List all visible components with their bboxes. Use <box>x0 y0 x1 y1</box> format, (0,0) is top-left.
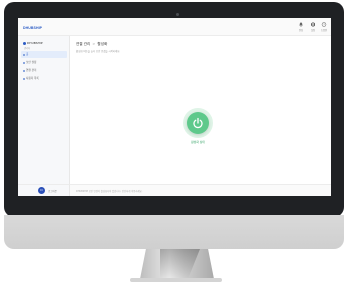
top-bar: DHUBSHIP 알림 설정 ? 도움말 <box>18 18 331 36</box>
breadcrumb: 연결 관리 > 활성화 <box>76 42 107 47</box>
profile-name: DHUBSHIP <box>27 41 43 45</box>
user-icon <box>23 77 25 80</box>
brand-logo: DHUBSHIP <box>23 26 43 30</box>
breadcrumb-item[interactable]: 연결 관리 <box>76 42 90 46</box>
sidebar: DHUBSHIP 관리자 홈 보안 설정 연결 관리 사용자 목록 <box>18 36 70 184</box>
monitor-stand-foot <box>130 278 222 282</box>
breadcrumb-current: 활성화 <box>97 42 108 46</box>
monitor-chin <box>4 215 344 249</box>
sidebar-item-users[interactable]: 사용자 목록 <box>21 75 67 82</box>
breadcrumb-separator: > <box>92 42 96 46</box>
toolbar-notifications-button[interactable]: 알림 <box>295 22 307 34</box>
sidebar-item-label: 보안 설정 <box>26 61 37 64</box>
sidebar-profile[interactable]: DHUBSHIP <box>23 41 43 45</box>
sidebar-item-label: 연결 관리 <box>26 69 37 72</box>
sidebar-item-label: 사용자 목록 <box>26 77 39 80</box>
gear-icon <box>310 22 316 27</box>
toolbar-label: 알림 <box>298 29 304 32</box>
app-screen: DHUBSHIP 알림 설정 ? 도움말 DHUBSHIP 관리자 홈 보안 설… <box>18 18 331 196</box>
shield-icon <box>23 61 25 64</box>
svg-text:?: ? <box>323 23 325 27</box>
sidebar-item-security[interactable]: 보안 설정 <box>21 59 67 66</box>
link-icon <box>23 69 25 72</box>
sidebar-footer: D 로그아웃 <box>18 184 70 196</box>
bell-icon <box>299 22 303 27</box>
sidebar-nav: 홈 보안 설정 연결 관리 사용자 목록 <box>21 51 67 83</box>
status-bar: DHUBSHIP 보안 연결이 활성화되어 있습니다. 안전하게 이용하세요. <box>70 184 331 196</box>
profile-role: 관리자 <box>24 47 31 50</box>
camera-dot <box>176 13 179 16</box>
sidebar-item-connections[interactable]: 연결 관리 <box>21 67 67 74</box>
sidebar-item-label: 홈 <box>26 53 29 56</box>
profile-icon <box>23 41 26 45</box>
logout-link[interactable]: 로그아웃 <box>48 189 57 193</box>
home-icon <box>23 53 25 56</box>
toolbar-label: 도움말 <box>320 29 328 32</box>
toolbar-help-button[interactable]: ? 도움말 <box>318 22 330 34</box>
main-content: 연결 관리 > 활성화 활성화 버튼을 눌러 보안 연결을 시작하세요. 활성화 상… <box>70 36 331 184</box>
avatar[interactable]: D <box>38 187 45 194</box>
power-icon <box>193 117 203 129</box>
help-icon: ? <box>321 22 327 27</box>
power-status-label: 활성화 상태 <box>191 140 205 144</box>
sidebar-item-home[interactable]: 홈 <box>21 51 67 58</box>
power-toggle-button[interactable] <box>187 112 209 134</box>
page-description: 활성화 버튼을 눌러 보안 연결을 시작하세요. <box>76 50 121 53</box>
status-text: DHUBSHIP 보안 연결이 활성화되어 있습니다. 안전하게 이용하세요. <box>76 190 143 193</box>
